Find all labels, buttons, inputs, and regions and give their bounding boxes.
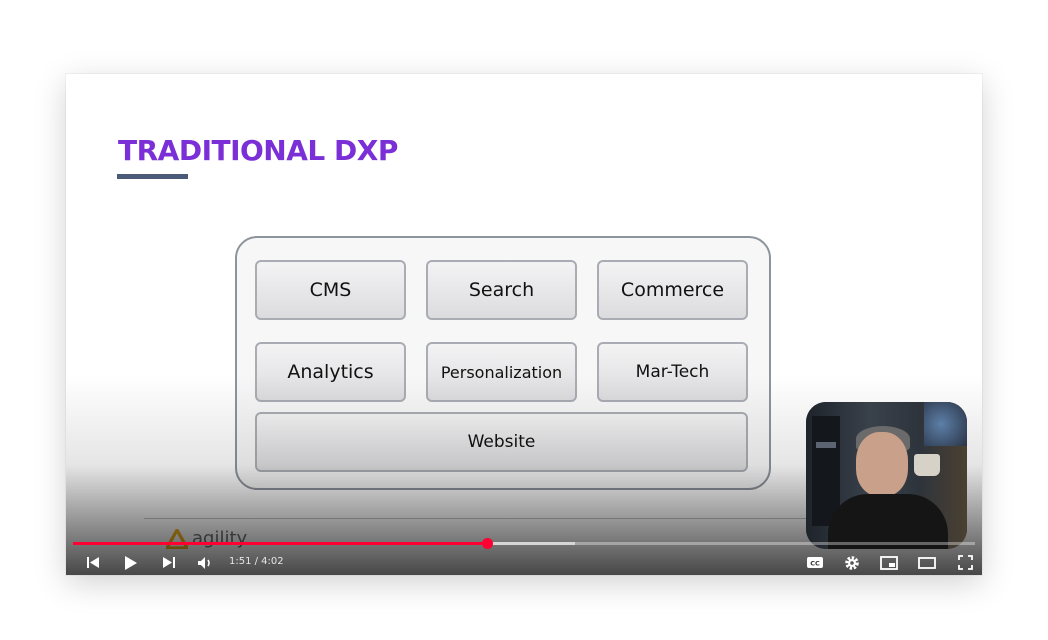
svg-text:CC: CC bbox=[810, 560, 820, 568]
agility-logo-icon bbox=[166, 528, 188, 549]
fullscreen-icon bbox=[957, 555, 973, 570]
fullscreen-button[interactable] bbox=[953, 550, 977, 575]
progress-scrubber[interactable] bbox=[481, 538, 493, 549]
theater-mode-button[interactable] bbox=[915, 550, 939, 575]
title-underline bbox=[117, 174, 188, 179]
miniplayer-button[interactable] bbox=[877, 550, 901, 575]
captions-icon: CC bbox=[807, 557, 823, 568]
agility-logo: agility bbox=[166, 528, 247, 549]
miniplayer-icon bbox=[880, 555, 898, 570]
module-website: Website bbox=[255, 412, 748, 472]
video-player[interactable]: TRADITIONAL DXP CMS Search Commerce Anal… bbox=[66, 74, 982, 575]
progress-bar[interactable] bbox=[73, 538, 975, 549]
module-analytics: Analytics bbox=[255, 342, 406, 402]
presenter-webcam bbox=[806, 402, 967, 549]
next-icon bbox=[163, 557, 175, 568]
settings-icon bbox=[845, 555, 859, 570]
time-display: 1:51 / 4:02 bbox=[229, 556, 284, 567]
settings-button[interactable] bbox=[840, 550, 864, 575]
play-icon bbox=[125, 555, 137, 570]
module-personalization: Personalization bbox=[426, 342, 577, 402]
slide-title: TRADITIONAL DXP bbox=[118, 134, 398, 167]
theater-icon bbox=[918, 556, 936, 569]
module-commerce: Commerce bbox=[597, 260, 748, 320]
module-search: Search bbox=[426, 260, 577, 320]
next-button[interactable] bbox=[158, 550, 180, 575]
play-button[interactable] bbox=[120, 550, 142, 575]
previous-icon bbox=[87, 557, 99, 568]
player-controls: 1:51 / 4:02 CC bbox=[66, 550, 982, 575]
previous-button[interactable] bbox=[82, 550, 104, 575]
module-cms: CMS bbox=[255, 260, 406, 320]
volume-button[interactable] bbox=[194, 550, 218, 575]
agility-wordmark: agility bbox=[192, 528, 248, 549]
volume-icon bbox=[198, 556, 210, 569]
footer-divider bbox=[144, 518, 834, 519]
module-martech: Mar-Tech bbox=[597, 342, 748, 402]
progress-played bbox=[73, 542, 488, 545]
captions-button[interactable]: CC bbox=[803, 550, 827, 575]
